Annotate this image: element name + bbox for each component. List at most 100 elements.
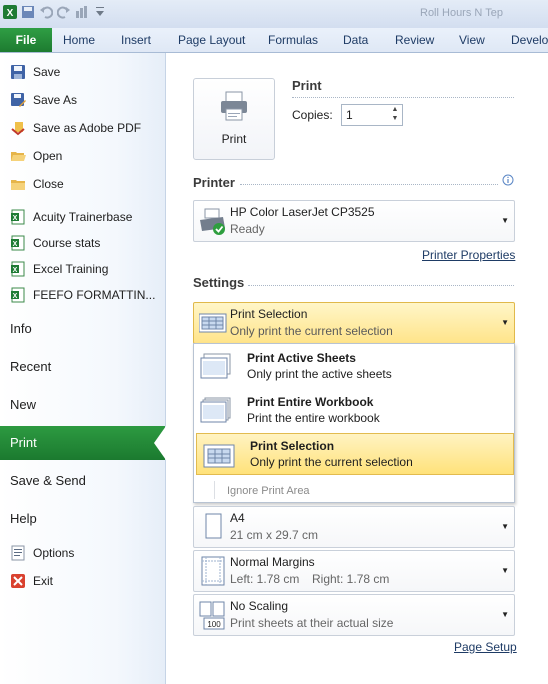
printer-icon [221, 91, 247, 121]
sidebar-item-exit[interactable]: Exit [10, 569, 53, 593]
printer-ready-icon [200, 208, 225, 235]
sidebar-item-print[interactable]: Print [0, 426, 166, 460]
tab-insert[interactable]: Insert [121, 33, 151, 47]
recent-file-item[interactable]: X Acuity Trainerbase [10, 205, 132, 229]
ignore-print-area-option[interactable]: Ignore Print Area [227, 485, 310, 497]
margins-right: Right: 1.78 cm [312, 572, 390, 586]
chevron-down-icon: ▼ [501, 318, 509, 327]
sidebar-item-save-as[interactable]: Save As [10, 88, 77, 112]
sidebar-item-open[interactable]: Open [10, 144, 62, 168]
svg-text:X: X [13, 267, 18, 274]
sidebar-item-save-send[interactable]: Save & Send [10, 473, 86, 488]
redo-icon[interactable] [56, 4, 72, 20]
print-button-label: Print [221, 132, 247, 146]
tab-page-layout[interactable]: Page Layout [178, 33, 245, 47]
recent-file-item[interactable]: X Course stats [10, 231, 100, 255]
margins-left: Left: 1.78 cm [230, 572, 300, 586]
sidebar-item-label: Save [33, 65, 61, 79]
recent-file-label: FEEFO FORMATTIN... [33, 288, 156, 302]
recent-file-item[interactable]: X FEEFO FORMATTIN... [10, 283, 155, 307]
tab-developer[interactable]: Develo [511, 33, 548, 47]
paper-size-select[interactable]: A4 21 cm x 29.7 cm ▼ [193, 506, 515, 548]
sidebar-item-recent[interactable]: Recent [10, 359, 51, 374]
selection-pointer [154, 426, 166, 460]
quick-access-toolbar: X [2, 4, 108, 20]
undo-icon[interactable] [38, 4, 54, 20]
tab-review[interactable]: Review [395, 33, 434, 47]
option-subtitle: Print the entire workbook [247, 411, 380, 425]
printer-select[interactable]: HP Color LaserJet CP3525 Ready ▼ [193, 200, 515, 242]
spin-up-icon[interactable]: ▲ [390, 106, 400, 113]
svg-text:X: X [13, 241, 18, 248]
margins-title: Normal Margins [230, 555, 315, 569]
option-print-entire-workbook[interactable]: Print Entire Workbook Print the entire w… [194, 390, 514, 430]
sidebar-item-help[interactable]: Help [10, 511, 37, 526]
tab-data[interactable]: Data [343, 33, 368, 47]
excel-app-icon[interactable]: X [2, 4, 18, 20]
printer-heading: Printer [193, 175, 235, 190]
tab-home[interactable]: Home [63, 33, 95, 47]
window-title: Roll Hours N Tep [420, 7, 503, 19]
svg-text:X: X [13, 215, 18, 222]
sidebar-item-info[interactable]: Info [10, 321, 32, 336]
tab-formulas[interactable]: Formulas [268, 33, 318, 47]
sidebar-item-save[interactable]: Save [10, 60, 60, 84]
copies-value: 1 [346, 108, 353, 122]
recent-file-label: Excel Training [33, 262, 109, 276]
option-subtitle: Only print the current selection [250, 455, 413, 469]
sidebar-item-label: Open [33, 149, 63, 163]
divider [214, 481, 215, 499]
print-button[interactable]: Print [193, 78, 275, 160]
close-folder-icon [10, 176, 26, 192]
svg-text:X: X [13, 293, 18, 300]
divider [248, 285, 514, 286]
sidebar-item-save-as-pdf[interactable]: Save as Adobe PDF [10, 116, 141, 140]
customize-qat-icon[interactable] [92, 4, 108, 20]
tab-view[interactable]: View [459, 33, 485, 47]
scaling-icon-label: 100 [207, 620, 221, 629]
divider [292, 97, 514, 98]
exit-icon [10, 573, 26, 589]
sidebar-item-label: Save As [33, 93, 78, 107]
open-folder-icon [10, 148, 26, 164]
options-icon [10, 545, 26, 561]
adobe-pdf-icon [10, 120, 26, 136]
spin-down-icon[interactable]: ▼ [390, 115, 400, 122]
save-icon[interactable] [20, 4, 36, 20]
print-what-dropdown: Print Active Sheets Only print the activ… [193, 343, 515, 503]
option-title: Print Selection [250, 439, 335, 453]
margins-icon [201, 556, 225, 586]
chart-icon[interactable] [74, 4, 90, 20]
title-bar: X Roll Hours N Tep [0, 0, 548, 29]
copies-stepper[interactable]: 1 ▲ ▼ [341, 104, 403, 126]
excel-file-icon: X [10, 235, 26, 251]
tab-file[interactable]: File [0, 28, 52, 52]
sidebar-item-label: Exit [33, 574, 54, 588]
scaling-select[interactable]: 100 No Scaling Print sheets at their act… [193, 594, 515, 636]
paper-icon [205, 513, 222, 539]
recent-file-label: Acuity Trainerbase [33, 210, 133, 224]
option-title: Print Active Sheets [247, 351, 356, 365]
svg-text:X: X [7, 8, 14, 19]
sidebar-item-label: Close [33, 177, 64, 191]
option-print-active-sheets[interactable]: Print Active Sheets Only print the activ… [194, 346, 514, 386]
printer-name: HP Color LaserJet CP3525 [230, 205, 375, 219]
print-what-title: Print Selection [230, 307, 308, 321]
recent-file-item[interactable]: X Excel Training [10, 257, 108, 281]
print-heading: Print [292, 78, 322, 93]
recent-file-label: Course stats [33, 236, 101, 250]
printer-properties-link[interactable]: Printer Properties [422, 248, 515, 262]
info-icon[interactable] [502, 174, 514, 186]
margins-select[interactable]: Normal Margins Left: 1.78 cm Right: 1.78… [193, 550, 515, 592]
ribbon-tabs: File Home Insert Page Layout Formulas Da… [0, 28, 548, 53]
page-setup-link[interactable]: Page Setup [454, 640, 517, 654]
excel-file-icon: X [10, 209, 26, 225]
chevron-down-icon: ▼ [501, 522, 509, 531]
sidebar-item-options[interactable]: Options [10, 541, 74, 565]
option-print-selection[interactable]: Print Selection Only print the current s… [196, 433, 514, 475]
sidebar-item-new[interactable]: New [10, 397, 36, 412]
sidebar-item-close[interactable]: Close [10, 172, 64, 196]
print-selection-icon [203, 444, 235, 468]
print-what-select[interactable]: Print Selection Only print the current s… [193, 302, 515, 344]
save-as-icon [10, 92, 26, 108]
